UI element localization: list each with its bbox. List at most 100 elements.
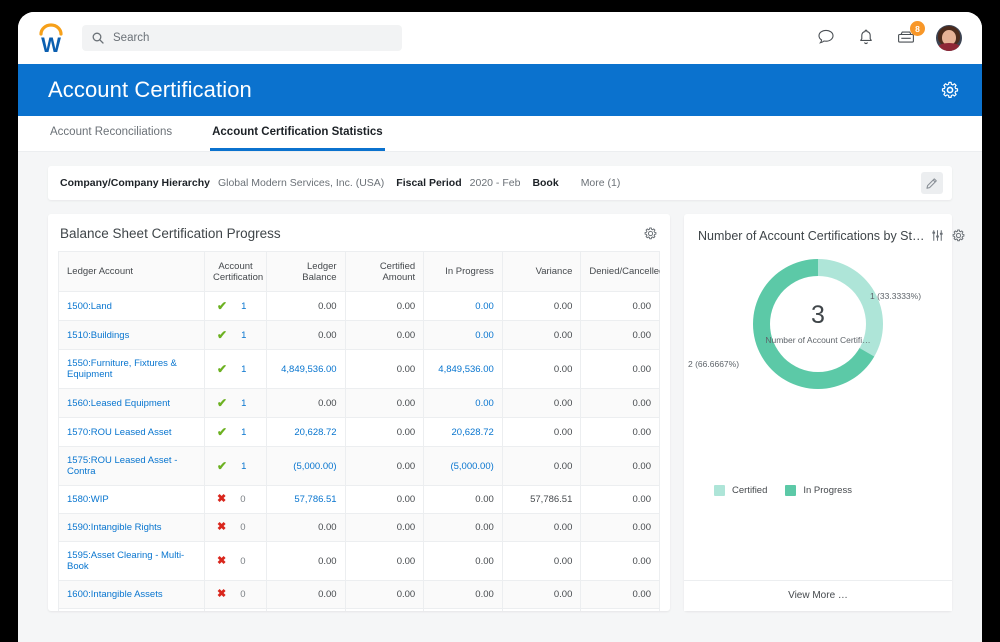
cell-ledger-account-value[interactable]: 1510:Buildings [67, 330, 129, 341]
cell-ledger-account[interactable]: 1580:WIP [58, 485, 205, 514]
cell-account-certification[interactable]: ✔ 1 [204, 388, 267, 418]
certification-count[interactable]: 1 [241, 461, 246, 472]
cell-account-certification[interactable]: ✔ 1 [204, 417, 267, 447]
cell-account-certification[interactable]: ✔ 1 [204, 320, 267, 350]
table-row[interactable]: 1590:Intangible Rights ✖ 0 0.00 0.00 0.00 0.00… [58, 513, 660, 542]
tab-label: Account Reconciliations [50, 126, 173, 138]
cell-ledger-account-value[interactable]: 1560:Leased Equipment [67, 398, 170, 409]
cell-ledger-balance[interactable]: 4,849,536.00 [266, 349, 346, 389]
cell-ledger-balance-value[interactable]: (5,000.00) [293, 461, 336, 472]
cell-ledger-account[interactable]: 1570:ROU Leased Asset [58, 417, 205, 447]
table-row[interactable]: 1570:ROU Leased Asset ✔ 1 20,628.72 0.00 20,6… [58, 417, 660, 447]
table-row[interactable]: 1500:Land ✔ 1 0.00 0.00 0.00 0.00 0.00 [58, 291, 660, 321]
table-row[interactable]: 1600:Intangible Assets ✖ 0 0.00 0.00 0.00 0.00… [58, 580, 660, 609]
cell-in-progress-value[interactable]: (5,000.00) [450, 461, 493, 472]
cell-in-progress[interactable]: 0.00 [423, 291, 503, 321]
cell-account-certification[interactable]: ✖0 [204, 485, 267, 514]
cell-account-certification[interactable]: ✔ 1 [204, 349, 267, 389]
tab-account-certification-statistics[interactable]: Account Certification Statistics [210, 116, 385, 151]
cell-ledger-account[interactable]: 1500:Land [58, 291, 205, 321]
cell-in-progress-value[interactable]: 20,628.72 [452, 427, 494, 438]
cell-in-progress[interactable]: 4,849,536.00 [423, 349, 503, 389]
edit-filters-button[interactable] [921, 172, 943, 194]
cell-ledger-balance[interactable]: 57,786.51 [266, 485, 346, 514]
view-more-link[interactable]: View More … [684, 580, 952, 611]
cell-account-certification[interactable]: ✖0 [204, 513, 267, 542]
chat-bubble-icon[interactable] [816, 27, 838, 49]
tab-account-reconciliations[interactable]: Account Reconciliations [48, 116, 174, 151]
cell-ledger-balance-value[interactable]: 20,628.72 [294, 427, 336, 438]
cell-ledger-account-value[interactable]: 1580:WIP [67, 494, 109, 505]
col-certified-amount[interactable]: Certified Amount [344, 251, 425, 292]
search-input[interactable]: Search [82, 25, 402, 51]
filter-more-link[interactable]: More (1) [581, 177, 621, 189]
certification-count[interactable]: 1 [241, 330, 246, 341]
cell-in-progress-value[interactable]: 4,849,536.00 [438, 364, 493, 375]
col-account-certification[interactable]: Account Certification [204, 251, 267, 292]
cell-account-certification[interactable]: ✖0 [204, 608, 267, 611]
cell-ledger-account[interactable]: 1590:Intangible Rights [58, 513, 205, 542]
col-in-progress[interactable]: In Progress [423, 251, 503, 292]
certification-count[interactable]: 1 [241, 398, 246, 409]
cell-in-progress[interactable]: 20,628.72 [423, 417, 503, 447]
cell-account-certification[interactable]: ✖0 [204, 580, 267, 609]
cell-ledger-balance[interactable]: 20,628.72 [266, 417, 346, 447]
col-ledger-account[interactable]: Ledger Account [58, 251, 205, 292]
cell-ledger-account[interactable]: 1595:Asset Clearing - Multi-Book [58, 541, 205, 581]
certification-count[interactable]: 1 [241, 427, 246, 438]
cell-ledger-account-value[interactable]: 1550:Furniture, Fixtures & Equipment [67, 358, 177, 380]
donut-ring[interactable]: 3 Number of Account Certifi… [749, 255, 887, 393]
col-denied-cancelled[interactable]: Denied/Cancelled [580, 251, 660, 292]
cell-ledger-account-value[interactable]: 1575:ROU Leased Asset - Contra [67, 455, 177, 477]
certification-count[interactable]: 1 [241, 364, 246, 375]
cell-ledger-account[interactable]: 1510:Buildings [58, 320, 205, 350]
cell-in-progress-value[interactable]: 0.00 [475, 330, 494, 341]
col-ledger-balance[interactable]: Ledger Balance [266, 251, 346, 292]
cell-in-progress-value[interactable]: 0.00 [475, 398, 494, 409]
chart-header: Number of Account Certifications by St… [684, 214, 965, 243]
filter-book-label: Book [532, 177, 559, 189]
avatar[interactable] [936, 25, 962, 51]
cell-ledger-balance[interactable]: (5,000.00) [266, 446, 346, 486]
cell-ledger-account[interactable]: 1650:Accumulated Amortization - Intangib… [58, 608, 205, 611]
cell-account-certification[interactable]: ✖0 [204, 541, 267, 581]
legend-item-certified[interactable]: Certified [714, 485, 767, 496]
cell-in-progress[interactable]: (5,000.00) [423, 446, 503, 486]
workday-w-logo[interactable]: W [34, 21, 68, 57]
gear-icon[interactable] [643, 226, 658, 241]
cell-in-progress[interactable]: 0.00 [423, 320, 503, 350]
table-row[interactable]: 1575:ROU Leased Asset - Contra ✔ 1 (5,000.0… [58, 446, 660, 486]
table-row[interactable]: 1560:Leased Equipment ✔ 1 0.00 0.00 0.00 0.00 0… [58, 388, 660, 418]
sliders-icon[interactable] [930, 228, 945, 243]
cell-certified-amount: 0.00 [344, 388, 425, 418]
header-gear-icon[interactable] [940, 80, 960, 100]
cell-ledger-account-value[interactable]: 1590:Intangible Rights [67, 522, 162, 533]
table-row[interactable]: 1595:Asset Clearing - Multi-Book ✖ 0 0.00 0.… [58, 541, 660, 581]
cell-ledger-account[interactable]: 1550:Furniture, Fixtures & Equipment [58, 349, 205, 389]
cell-ledger-account[interactable]: 1600:Intangible Assets [58, 580, 205, 609]
cell-ledger-balance-value[interactable]: 4,849,536.00 [281, 364, 336, 375]
cell-ledger-balance-value[interactable]: 57,786.51 [294, 494, 336, 505]
cell-ledger-account[interactable]: 1575:ROU Leased Asset - Contra [58, 446, 205, 486]
bell-icon[interactable] [856, 27, 878, 49]
cell-ledger-account-value[interactable]: 1600:Intangible Assets [67, 589, 163, 600]
cell-ledger-account-value[interactable]: 1500:Land [67, 301, 112, 312]
cell-account-certification[interactable]: ✔ 1 [204, 446, 267, 486]
table-row[interactable]: 1550:Furniture, Fixtures & Equipment ✔ 1 4,… [58, 349, 660, 389]
table-row[interactable]: 1650:Accumulated Amortization - Intangib… [58, 608, 660, 611]
table-row[interactable]: 1580:WIP ✖ 0 57,786.51 0.00 0.00 57,786.51 0.00 [58, 485, 660, 514]
cell-in-progress[interactable]: 0.00 [423, 388, 503, 418]
cell-ledger-balance: 0.00 [266, 291, 346, 321]
legend-item-in-progress[interactable]: In Progress [785, 485, 852, 496]
certification-count[interactable]: 1 [241, 301, 246, 312]
gear-icon[interactable] [951, 228, 966, 243]
table-row[interactable]: 1510:Buildings ✔ 1 0.00 0.00 0.00 0.00 0.00 [58, 320, 660, 350]
cell-in-progress-value[interactable]: 0.00 [475, 301, 494, 312]
cell-ledger-account[interactable]: 1560:Leased Equipment [58, 388, 205, 418]
cell-ledger-account-value[interactable]: 1595:Asset Clearing - Multi-Book [67, 550, 184, 572]
cell-account-certification[interactable]: ✔ 1 [204, 291, 267, 321]
table-scroll-region[interactable]: Ledger Account Account Certification Led… [58, 251, 660, 611]
col-variance[interactable]: Variance [501, 251, 582, 292]
inbox-icon[interactable]: 8 [896, 21, 925, 49]
cell-ledger-account-value[interactable]: 1570:ROU Leased Asset [67, 427, 172, 438]
